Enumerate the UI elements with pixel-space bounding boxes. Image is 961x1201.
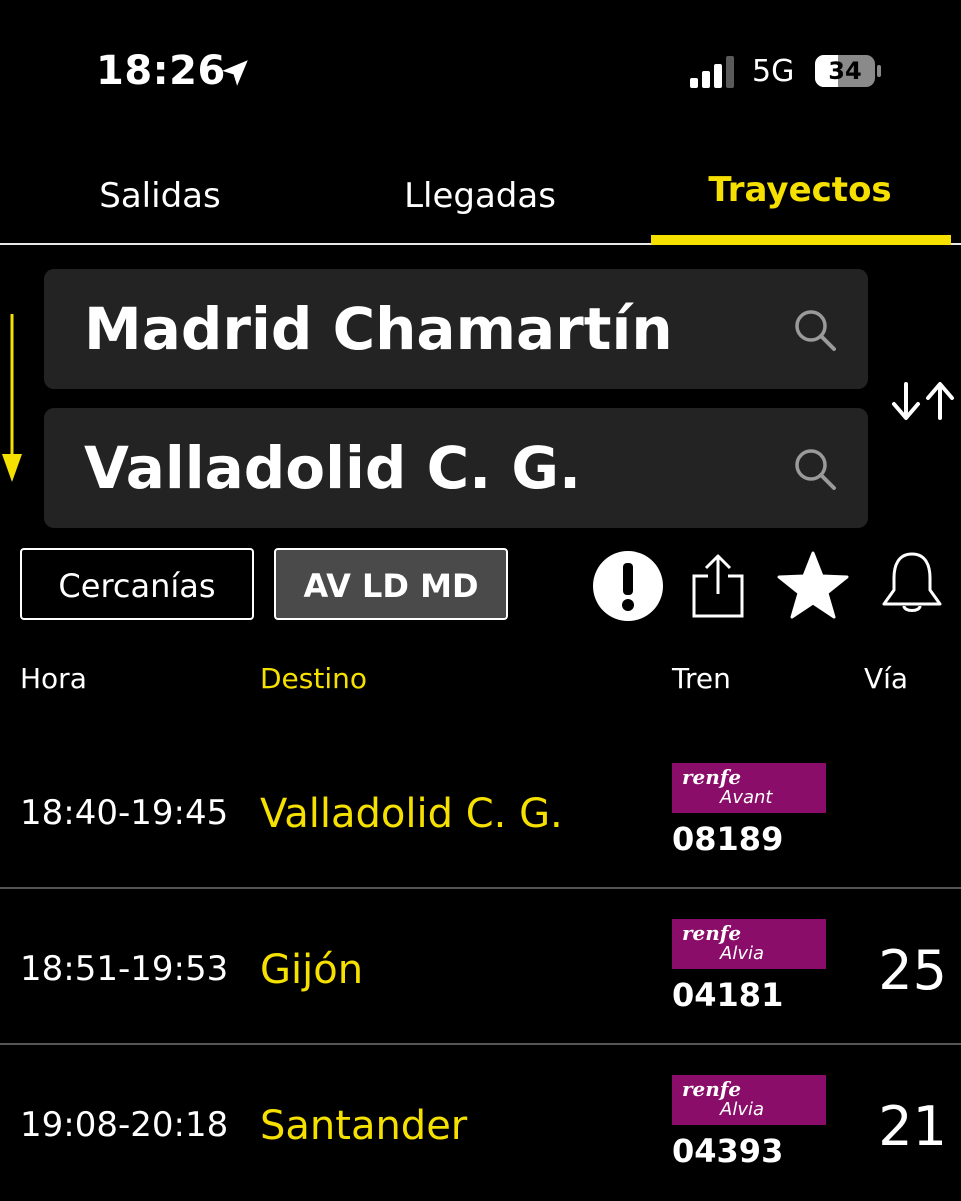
row-time: 19:08-20:18 <box>20 1105 229 1145</box>
badge-product: Avant <box>720 787 773 808</box>
search-icon[interactable] <box>792 307 838 353</box>
filter-av-ld-md-button[interactable]: AV LD MD <box>274 548 508 620</box>
row-destination: Santander <box>260 1103 468 1149</box>
badge-brand: renfe <box>682 765 742 789</box>
badge-brand: renfe <box>682 1077 742 1101</box>
active-tab-indicator <box>651 235 951 245</box>
tab-salidas[interactable]: Salidas <box>60 172 260 220</box>
column-header-tren: Tren <box>672 662 731 695</box>
network-type: 5G <box>752 54 795 89</box>
row-platform: 25 <box>878 939 947 1002</box>
row-destination: Gijón <box>260 947 364 993</box>
location-arrow-icon <box>222 60 248 86</box>
table-row[interactable]: 18:51-19:53 Gijón renfe Alvia 04181 25 <box>0 889 961 1045</box>
share-icon[interactable] <box>690 552 746 618</box>
filter-cercanias-button[interactable]: Cercanías <box>20 548 254 620</box>
renfe-badge: renfe Alvia <box>672 1075 826 1125</box>
table-row[interactable]: 19:08-20:18 Santander renfe Alvia 04393 … <box>0 1045 961 1201</box>
cellular-signal-icon <box>690 56 734 88</box>
badge-brand: renfe <box>682 921 742 945</box>
origin-station[interactable]: Madrid Chamartín <box>84 269 673 389</box>
destination-station[interactable]: Valladolid C. G. <box>84 408 581 528</box>
row-train-number: 04181 <box>672 976 784 1014</box>
status-time: 18:26 <box>96 48 226 94</box>
battery-icon: 34 <box>814 54 884 88</box>
badge-product: Alvia <box>720 943 764 964</box>
search-icon[interactable] <box>792 446 838 492</box>
origin-field[interactable]: Madrid Chamartín <box>44 269 868 389</box>
column-header-destino[interactable]: Destino <box>260 660 367 698</box>
bell-icon[interactable] <box>878 550 946 616</box>
renfe-badge: renfe Alvia <box>672 919 826 969</box>
swap-arrows-icon[interactable] <box>890 380 958 422</box>
table-row[interactable]: 18:40-19:45 Valladolid C. G. renfe Avant… <box>0 733 961 889</box>
alert-icon[interactable] <box>592 550 664 622</box>
destination-field[interactable]: Valladolid C. G. <box>44 408 868 528</box>
column-header-hora: Hora <box>20 662 87 695</box>
tab-trayectos[interactable]: Trayectos <box>650 166 950 214</box>
badge-product: Alvia <box>720 1099 764 1120</box>
arrow-down-icon <box>2 314 22 482</box>
row-train-number: 08189 <box>672 820 784 858</box>
row-time: 18:51-19:53 <box>20 949 229 989</box>
row-time: 18:40-19:45 <box>20 793 229 833</box>
battery-level: 34 <box>828 57 862 85</box>
renfe-badge: renfe Avant <box>672 763 826 813</box>
tab-llegadas[interactable]: Llegadas <box>380 172 580 220</box>
column-header-via: Vía <box>864 662 909 695</box>
row-train-number: 04393 <box>672 1132 784 1170</box>
row-platform: 21 <box>878 1095 947 1158</box>
row-destination: Valladolid C. G. <box>260 791 563 837</box>
star-icon[interactable] <box>776 550 850 620</box>
